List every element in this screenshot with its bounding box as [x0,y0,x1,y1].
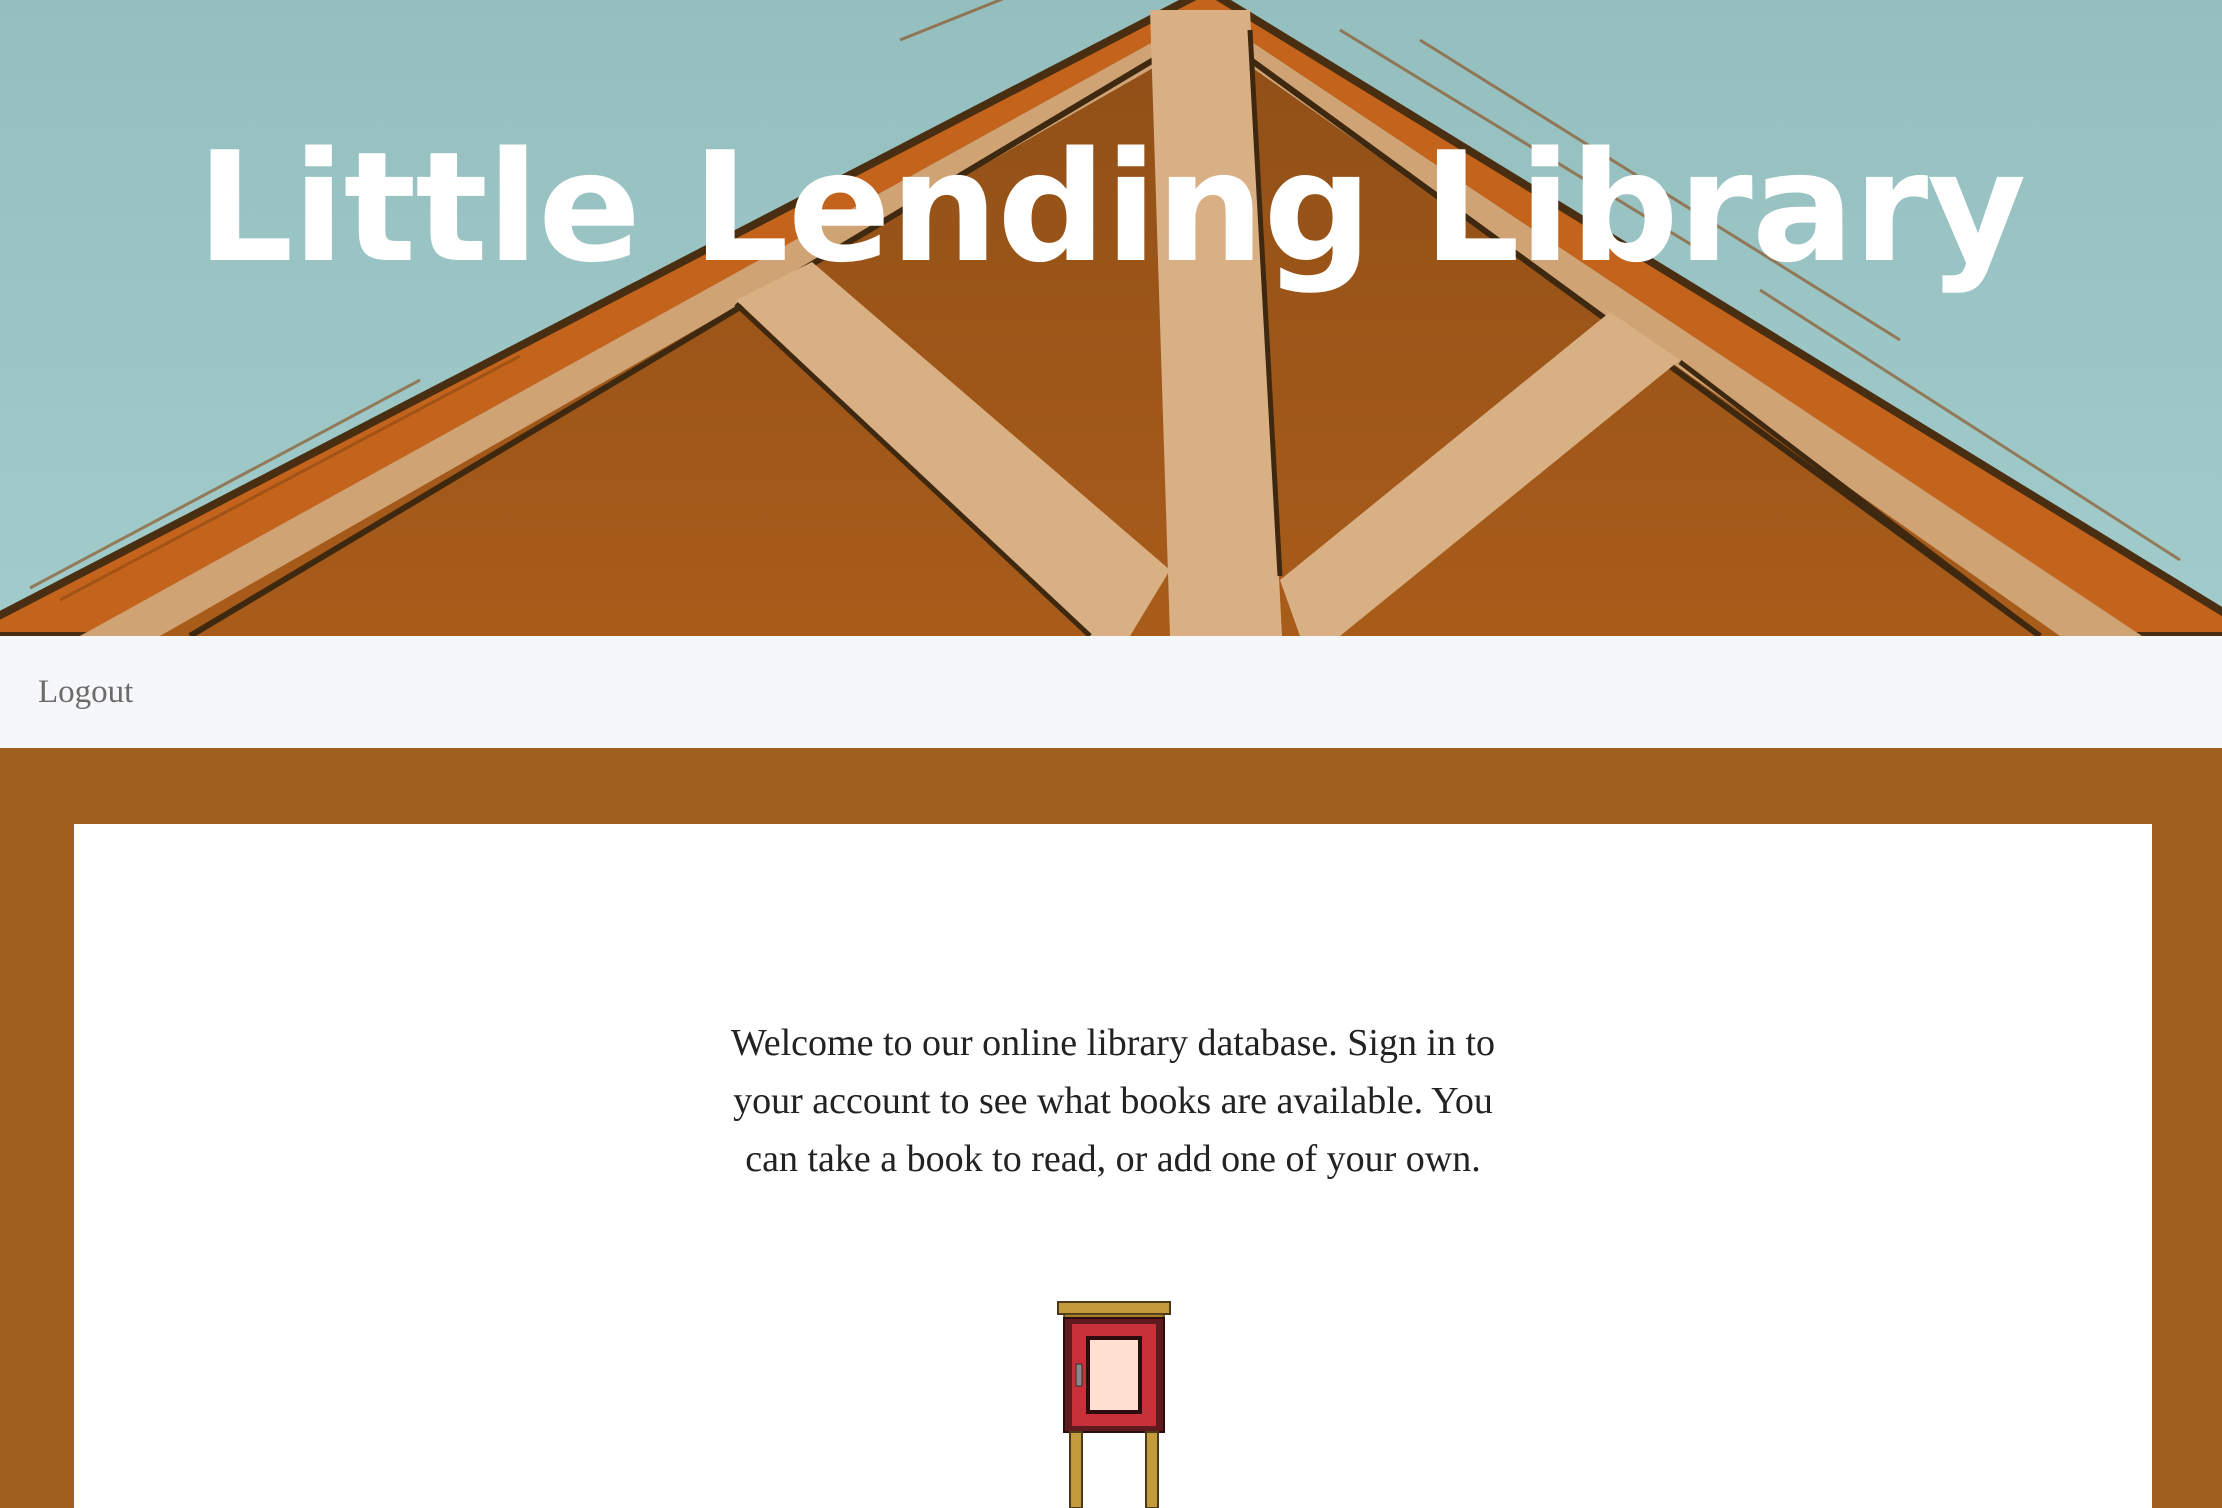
little-library-box-icon [1057,1301,1171,1508]
roof-illustration [0,0,2222,636]
hero-banner: Little Lending Library [0,0,2222,636]
content-card: Welcome to our online library database. … [74,824,2152,1508]
top-navbar: Logout [0,636,2222,748]
logout-link[interactable]: Logout [38,672,133,712]
welcome-message: Welcome to our online library database. … [730,1022,1496,1180]
site-title: Little Lending Library [196,119,2027,296]
